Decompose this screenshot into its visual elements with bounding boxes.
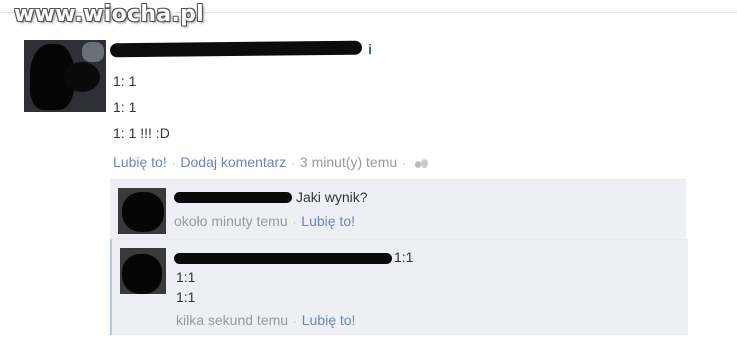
comment-item: 1:1 1:1 1:1 kilka sekund temu · Lubię to! xyxy=(110,239,688,335)
post-author-name[interactable]: i xyxy=(109,40,372,60)
commenter-avatar[interactable] xyxy=(120,248,166,294)
comment-meta: kilka sekund temu · Lubię to! xyxy=(176,312,355,328)
separator-dot: · xyxy=(292,217,297,229)
post-timestamp[interactable]: 3 minut(y) temu xyxy=(300,154,397,170)
separator-dot: · xyxy=(293,316,297,328)
comment-timestamp[interactable]: około minuty temu xyxy=(174,213,288,229)
post-text-line: 1: 1 xyxy=(113,73,137,89)
watermark-logo: www.wiocha.pl xyxy=(14,2,204,27)
name-redaction xyxy=(109,40,363,58)
commenter-name[interactable] xyxy=(174,253,392,267)
post-text-line: 1: 1 xyxy=(113,99,137,115)
avatar-redaction xyxy=(64,62,100,92)
commenter-avatar[interactable] xyxy=(118,188,166,234)
separator-dot: · xyxy=(171,158,176,170)
name-redaction xyxy=(174,192,292,203)
comment-like-link[interactable]: Lubię to! xyxy=(302,312,356,328)
comment-timestamp[interactable]: kilka sekund temu xyxy=(176,312,288,328)
separator-dot: · xyxy=(291,158,295,170)
name-redaction xyxy=(174,253,392,264)
friends-icon[interactable] xyxy=(414,158,429,169)
comment-text: Jaki wynik? xyxy=(296,189,368,205)
like-link[interactable]: Lubię to! xyxy=(113,154,167,170)
post-author-avatar[interactable] xyxy=(24,40,106,112)
commenter-name[interactable] xyxy=(174,192,292,206)
post-actions: Lubię to! · Dodaj komentarz · 3 minut(y) tem… xyxy=(113,154,429,170)
separator-dot: · xyxy=(402,158,406,170)
comment-item: Jaki wynik? około minuty temu · Lubię to! xyxy=(110,179,686,239)
add-comment-link[interactable]: Dodaj komentarz xyxy=(180,154,286,170)
comment-text-line: 1:1 xyxy=(394,249,414,265)
comment-text-line: 1:1 xyxy=(176,269,196,285)
post-text-line: 1: 1 !!! :D xyxy=(113,125,170,141)
comment-meta: około minuty temu · Lubię to! xyxy=(174,213,355,229)
comment-text-line: 1:1 xyxy=(176,289,196,305)
comment-like-link[interactable]: Lubię to! xyxy=(301,213,355,229)
author-name-visible-fragment[interactable]: i xyxy=(368,41,372,57)
